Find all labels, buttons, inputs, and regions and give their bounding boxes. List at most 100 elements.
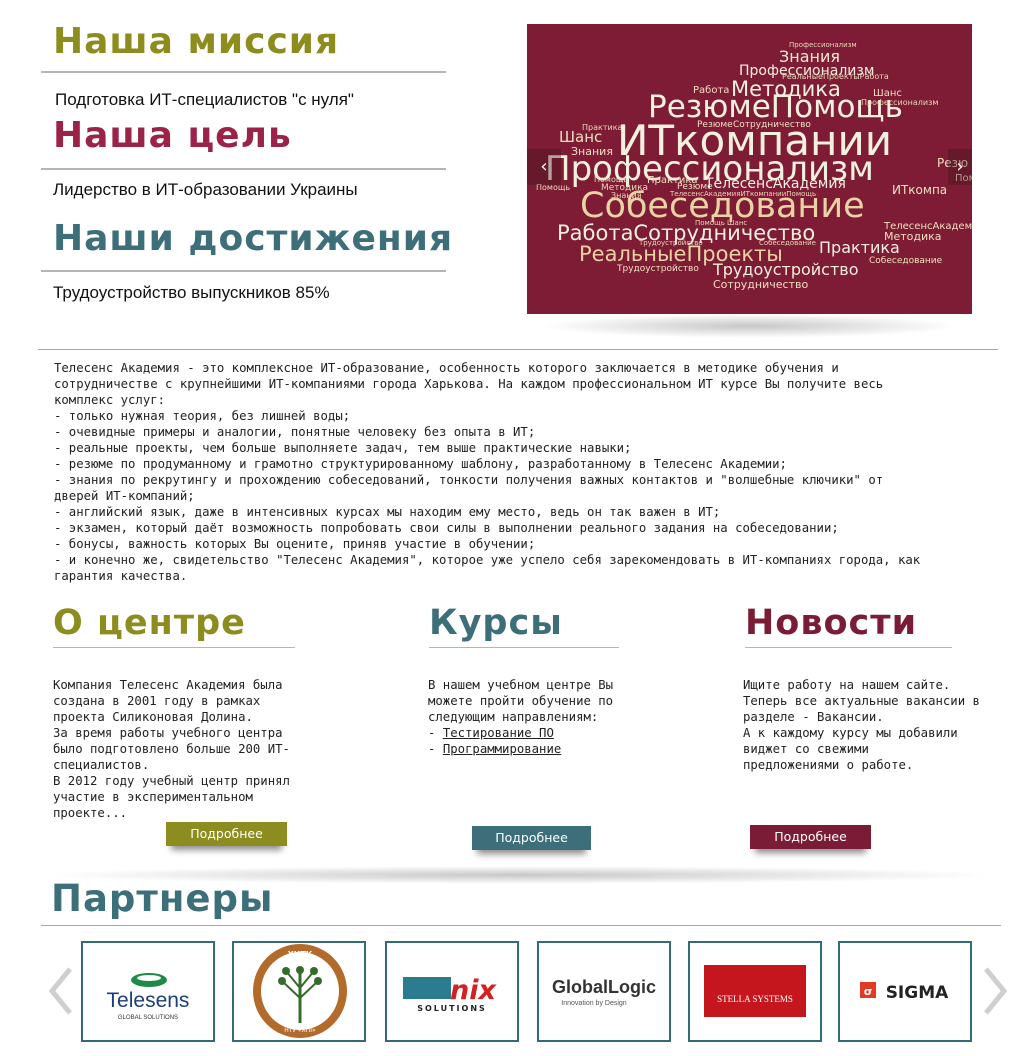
text-line: комплекс услуг: — [54, 393, 166, 407]
partner-sub: НТУ «ХПІ» — [284, 1027, 316, 1034]
text-line: - бонусы, важность которых Вы оцените, п… — [54, 537, 536, 551]
mission-title: Наша миссия — [53, 21, 340, 62]
partners-title: Партнеры — [51, 877, 274, 920]
text-line: - знания по рекрутингу и прохождению соб… — [54, 473, 884, 487]
achievements-title: Наши достижения — [53, 218, 454, 259]
text-line: дверей ИТ-компаний; — [54, 489, 195, 503]
partner-sub: Innovation by Design — [561, 1000, 626, 1007]
hktk-logo: ХКТК НТУ «ХПІ» — [253, 944, 347, 1038]
cloud-word: Практика — [819, 238, 900, 257]
divider — [41, 270, 446, 272]
text-line: специалистов. — [53, 758, 150, 772]
divider — [41, 168, 446, 170]
about-text: Компания Телесенс Академия была создана в… — [53, 677, 353, 821]
partner-telesens[interactable]: Telesens GLOBAL SOLUTIONS — [81, 941, 215, 1042]
partner-sigma[interactable]: σ SIGMA — [838, 941, 972, 1042]
testing-course-link[interactable]: Тестирование ПО — [443, 726, 554, 740]
divider — [38, 349, 998, 350]
text-line: следующим направлениям: — [428, 710, 599, 724]
text-line: А к каждому курсу мы добавили — [743, 726, 958, 740]
text-line: создана в 2001 году в рамках — [53, 694, 261, 708]
cloud-word: Трудоустройство — [713, 260, 859, 279]
carousel-next-arrow[interactable] — [978, 965, 1012, 1017]
partner-name: STELLA SYSTEMS — [717, 994, 793, 1004]
news-text: Ищите работу на нашем сайте. Теперь все а… — [743, 677, 1023, 773]
text-line: За время работы учебного центра — [53, 726, 283, 740]
partner-hktk[interactable]: ХКТК НТУ «ХПІ» — [232, 941, 366, 1042]
text-line: виджет со свежими — [743, 742, 869, 756]
cloud-word: ИТкомпа — [892, 183, 948, 197]
partner-stella-systems[interactable]: STELLA SYSTEMS — [688, 941, 822, 1042]
intro-text: Телесенс Академия - это комплексное ИТ-о… — [54, 360, 984, 584]
divider — [745, 647, 952, 648]
divider — [429, 647, 619, 648]
link-prefix: - — [428, 742, 443, 756]
courses-title: Курсы — [429, 603, 563, 643]
text-line: проекта Силиконовая Долина. — [53, 710, 253, 724]
cloud-word: Сотрудничество — [713, 278, 809, 291]
courses-links: - Тестирование ПО - Программирование — [428, 725, 561, 757]
goal-text: Лидерство в ИТ-образовании Украины — [53, 180, 358, 199]
text-line: - английский язык, даже в интенсивных ку… — [54, 505, 721, 519]
text-line: - только нужная теория, без лишней воды; — [54, 409, 351, 423]
partner-name: ХКТК — [288, 950, 313, 959]
slider-shadow — [540, 314, 960, 338]
courses-text: В нашем учебном центре Вы можете пройти о… — [428, 677, 688, 725]
partner-name: GlobalLogic — [552, 977, 656, 997]
text-line: В 2012 году учебный центр принял — [53, 774, 290, 788]
partner-globallogic[interactable]: GlobalLogic Innovation by Design — [537, 941, 671, 1042]
mission-text: Подготовка ИТ-специалистов "с нуля" — [55, 90, 354, 109]
cloud-word: Собеседование — [869, 256, 943, 266]
text-line: - резюме по продуманному и грамотно стру… — [54, 457, 787, 471]
cloud-word: Помощь — [536, 183, 571, 192]
partner-name: Telesens — [107, 989, 190, 1012]
news-title: Новости — [745, 603, 918, 643]
achievements-text: Трудоустройство выпускников 85% — [53, 283, 330, 302]
partner-nix[interactable]: nix SOLUTIONS — [385, 941, 519, 1042]
cloud-word: Профессионализм — [861, 98, 939, 107]
about-more-button[interactable]: Подробнее — [166, 822, 287, 846]
slider-next-arrow[interactable]: › — [948, 149, 972, 185]
nix-logo: nix SOLUTIONS — [403, 975, 498, 1013]
partner-name: SIGMA — [886, 983, 949, 1003]
text-line: участие в экспериментальном — [53, 790, 253, 804]
text-line: Компания Телесенс Академия была — [53, 678, 283, 692]
carousel-prev-arrow[interactable] — [44, 965, 78, 1017]
telesens-logo: Telesens GLOBAL SOLUTIONS — [107, 973, 190, 1021]
word-cloud-slider: Профессионализм Знания Профессионализм Р… — [527, 24, 972, 314]
text-line: - экзамен, который даёт возможность попр… — [54, 521, 839, 535]
news-more-button[interactable]: Подробнее — [750, 825, 871, 849]
cloud-word: Трудоустройство — [617, 264, 699, 274]
text-line: можете пройти обучение по — [428, 694, 614, 708]
sigma-logo: σ SIGMA — [860, 982, 949, 1003]
text-line: В нашем учебном центре Вы — [428, 678, 614, 692]
goal-title: Наша цель — [53, 115, 292, 156]
globallogic-logo: GlobalLogic Innovation by Design — [552, 977, 656, 1007]
programming-course-link[interactable]: Программирование — [443, 742, 561, 756]
text-line: Теперь все актуальные вакансии в — [743, 694, 980, 708]
text-line: - реальные проекты, чем больше выполняет… — [54, 441, 632, 455]
text-line: проекте... — [53, 806, 128, 820]
text-line: гарантия качества. — [54, 569, 188, 583]
text-line: Телесенс Академия - это комплексное ИТ-о… — [54, 361, 839, 375]
text-line: Ищите работу на нашем сайте. — [743, 678, 951, 692]
text-line: сотрудничестве с крупнейшими ИТ-компания… — [54, 377, 884, 391]
course-link-item: - Тестирование ПО — [428, 725, 561, 741]
svg-text:σ: σ — [864, 985, 873, 998]
stella-systems-logo: STELLA SYSTEMS — [704, 965, 806, 1017]
slider-prev-arrow[interactable]: ‹ — [527, 149, 561, 185]
text-line: - очевидные примеры и аналогии, понятные… — [54, 425, 536, 439]
divider — [41, 71, 446, 73]
divider — [53, 647, 295, 648]
partner-sub: GLOBAL SOLUTIONS — [118, 1015, 178, 1021]
partner-name: nix — [450, 975, 497, 1006]
text-line: разделе - Вакансии. — [743, 710, 884, 724]
courses-more-button[interactable]: Подробнее — [472, 826, 591, 850]
divider — [41, 925, 1001, 926]
about-title: О центре — [53, 603, 246, 643]
chevron-right-icon — [984, 967, 1008, 1015]
text-line: - и конечно же, свидетельство "Телесенс … — [54, 553, 921, 567]
text-line: предложениями о работе. — [743, 758, 914, 772]
link-prefix: - — [428, 726, 443, 740]
partner-sub: SOLUTIONS — [417, 1004, 487, 1013]
